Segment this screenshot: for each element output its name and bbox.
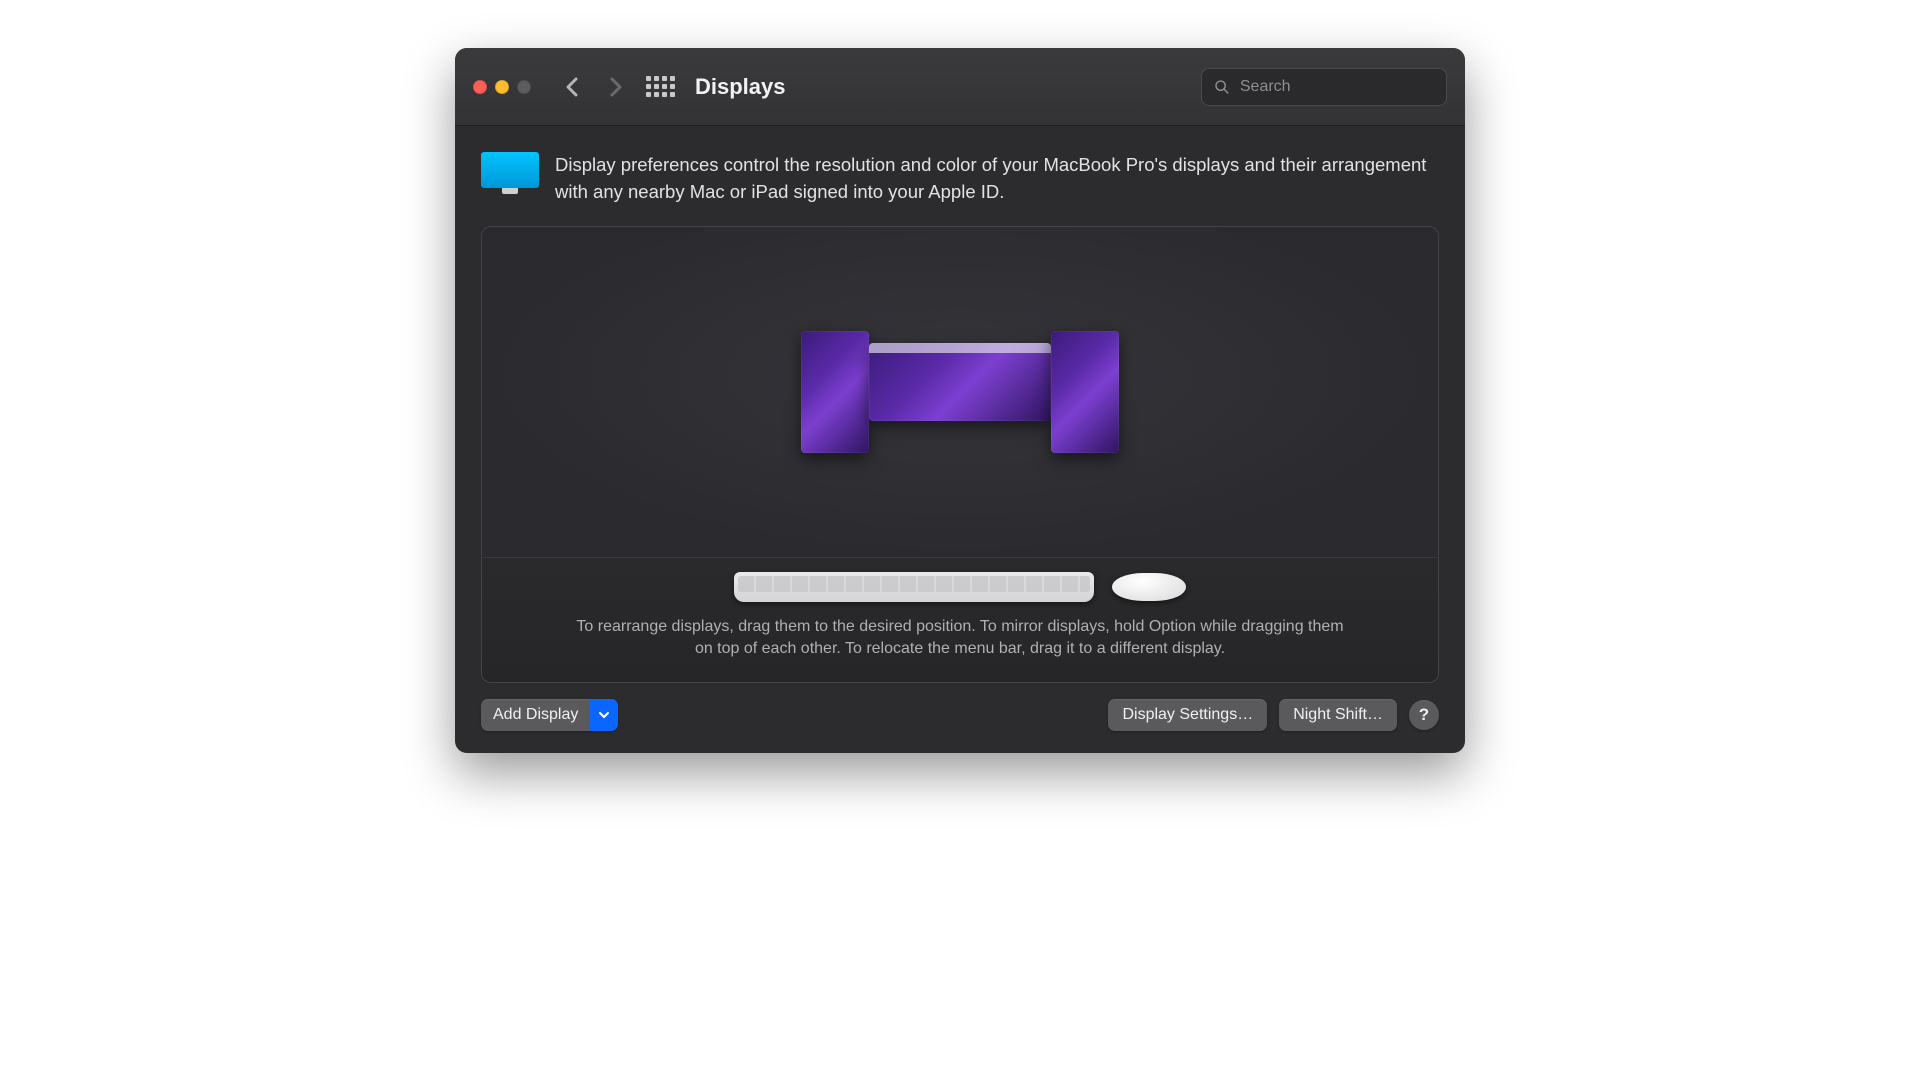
keyboard-icon — [734, 572, 1094, 602]
chevron-left-icon — [565, 77, 579, 97]
show-all-button[interactable] — [645, 72, 675, 102]
add-display-label: Add Display — [481, 706, 590, 724]
menubar-indicator[interactable] — [869, 343, 1051, 353]
forward-button[interactable] — [601, 72, 631, 102]
grid-icon — [646, 76, 675, 97]
display-left[interactable] — [801, 331, 869, 453]
night-shift-button[interactable]: Night Shift… — [1279, 699, 1397, 731]
display-settings-button[interactable]: Display Settings… — [1108, 699, 1267, 731]
zoom-button — [517, 80, 531, 94]
search-icon — [1214, 78, 1230, 96]
display-layout — [801, 331, 1119, 453]
window-controls — [473, 80, 531, 94]
add-display-menu-caret[interactable] — [590, 699, 618, 731]
peripherals — [512, 572, 1408, 602]
arrangement-footer: To rearrange displays, drag them to the … — [482, 557, 1438, 683]
footer-buttons: Add Display Display Settings… Night Shif… — [481, 699, 1439, 731]
close-button[interactable] — [473, 80, 487, 94]
intro-row: Display preferences control the resoluti… — [481, 152, 1439, 206]
chevron-down-icon — [598, 709, 610, 721]
arrangement-box: To rearrange displays, drag them to the … — [481, 226, 1439, 684]
add-display-button[interactable]: Add Display — [481, 699, 618, 731]
chevron-right-icon — [609, 77, 623, 97]
titlebar: Displays — [455, 48, 1465, 126]
intro-text: Display preferences control the resoluti… — [555, 152, 1439, 206]
display-right[interactable] — [1051, 331, 1119, 453]
page-title: Displays — [695, 74, 786, 100]
help-button[interactable]: ? — [1409, 700, 1439, 730]
display-icon — [481, 152, 539, 196]
search-field[interactable] — [1201, 68, 1447, 106]
back-button[interactable] — [557, 72, 587, 102]
minimize-button[interactable] — [495, 80, 509, 94]
pane-body: Display preferences control the resoluti… — [455, 126, 1465, 753]
mouse-icon — [1112, 573, 1186, 601]
system-preferences-window: Displays Display preferences control the… — [455, 48, 1465, 753]
arrangement-hint: To rearrange displays, drag them to the … — [570, 616, 1350, 661]
arrangement-area[interactable] — [482, 227, 1438, 557]
search-input[interactable] — [1240, 78, 1434, 96]
display-main[interactable] — [869, 343, 1051, 421]
